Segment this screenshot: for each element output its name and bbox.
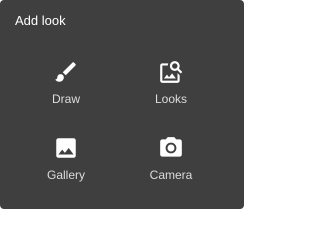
looks-option[interactable]: Looks (121, 59, 221, 121)
camera-icon (160, 137, 182, 157)
image-search-icon (160, 61, 183, 83)
image-icon (56, 138, 76, 158)
draw-label: Draw (51, 92, 80, 106)
draw-option[interactable]: Draw (16, 59, 116, 121)
dialog-title: Add look (15, 13, 66, 28)
gallery-option[interactable]: Gallery (16, 135, 116, 197)
brush-icon (55, 62, 76, 82)
looks-label: Looks (154, 92, 188, 106)
gallery-label: Gallery (46, 168, 85, 182)
camera-option[interactable]: Camera (121, 135, 221, 197)
add-look-dialog: Add look Draw Looks Gallery Camera (0, 0, 244, 209)
camera-label: Camera (149, 168, 193, 182)
